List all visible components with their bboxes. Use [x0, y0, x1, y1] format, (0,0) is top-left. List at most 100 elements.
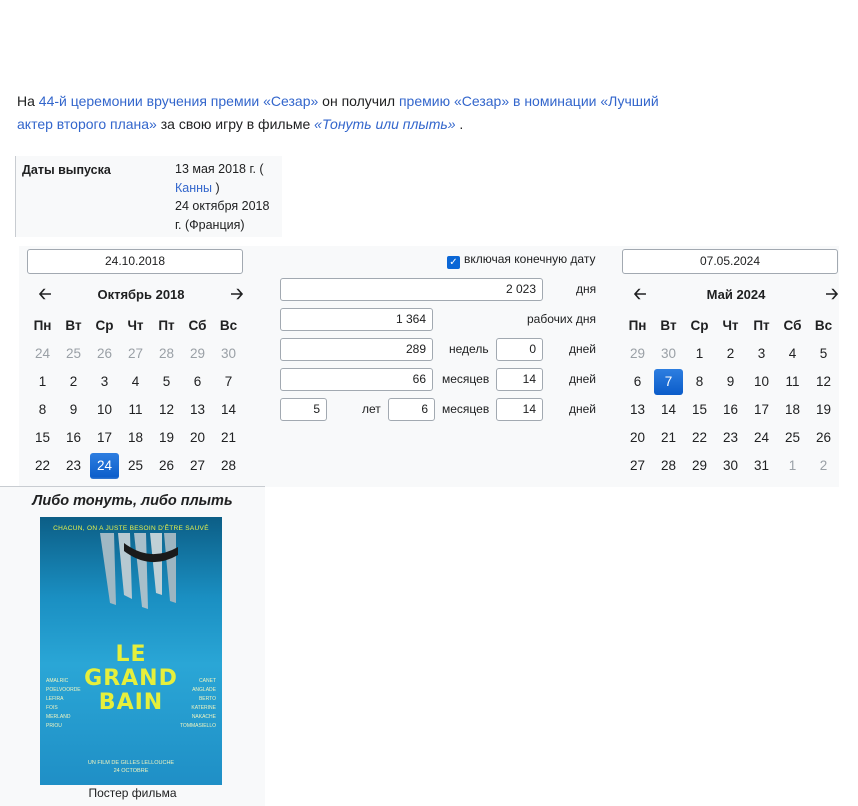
calendar-day[interactable]: 2 — [808, 452, 839, 480]
calendar-day[interactable]: 12 — [808, 368, 839, 396]
calendar-day[interactable]: 1 — [684, 340, 715, 368]
calendar-day[interactable]: 4 — [120, 368, 151, 396]
calendar-day[interactable]: 31 — [746, 452, 777, 480]
ymd-days-field[interactable]: 14 — [496, 398, 543, 421]
calendar-day[interactable]: 19 — [151, 424, 182, 452]
calendar-title: Октябрь 2018 — [97, 287, 185, 302]
calendar-day[interactable]: 15 — [27, 424, 58, 452]
calendar-day[interactable]: 27 — [182, 452, 213, 480]
calendar-day[interactable]: 3 — [89, 368, 120, 396]
weekday-label: Ср — [95, 318, 114, 333]
calendar-day[interactable]: 13 — [182, 396, 213, 424]
calendar-day[interactable]: 24 — [746, 424, 777, 452]
calendar-day[interactable]: 6 — [622, 368, 653, 396]
calendar-day[interactable]: 20 — [622, 424, 653, 452]
link-cannes[interactable]: Канны — [175, 181, 212, 195]
link-film[interactable]: «Тонуть или плыть» — [314, 116, 455, 132]
calendar-day[interactable]: 2 — [58, 368, 89, 396]
calendar-day[interactable]: 9 — [715, 368, 746, 396]
calendar-day[interactable]: 30 — [653, 340, 684, 368]
calendar-day[interactable]: 7 — [213, 368, 244, 396]
calendar-day[interactable]: 3 — [746, 340, 777, 368]
weekday-label: Вт — [660, 318, 677, 333]
end-date-input[interactable]: 07.05.2024 — [622, 249, 838, 274]
start-date-input[interactable]: 24.10.2018 — [27, 249, 243, 274]
calendar-day[interactable]: 28 — [653, 452, 684, 480]
calendar-day[interactable]: 24 — [90, 453, 119, 479]
calendar-day[interactable]: 21 — [213, 424, 244, 452]
calendar-day[interactable]: 26 — [89, 340, 120, 368]
calendar-day[interactable]: 25 — [120, 452, 151, 480]
calendar-day[interactable]: 26 — [151, 452, 182, 480]
next-month-icon[interactable]: 🡢 — [820, 284, 839, 306]
calendar-day[interactable]: 28 — [213, 452, 244, 480]
calendar-day[interactable]: 16 — [715, 396, 746, 424]
calendar-day[interactable]: 13 — [622, 396, 653, 424]
calendar-day[interactable]: 22 — [684, 424, 715, 452]
calendar-day[interactable]: 8 — [684, 368, 715, 396]
calendar-day[interactable]: 7 — [654, 369, 683, 395]
calendar-day[interactable]: 17 — [746, 396, 777, 424]
weekday-label: Чт — [127, 318, 144, 333]
months-days-label: дней — [569, 372, 597, 386]
calendar-day[interactable]: 10 — [89, 396, 120, 424]
calendar-day[interactable]: 11 — [777, 368, 808, 396]
calendar-day[interactable]: 4 — [777, 340, 808, 368]
calendar-day[interactable]: 23 — [715, 424, 746, 452]
calendar-day[interactable]: 9 — [58, 396, 89, 424]
weekday-label: Сб — [188, 318, 207, 333]
calendar-day[interactable]: 18 — [777, 396, 808, 424]
calendar-day[interactable]: 5 — [808, 340, 839, 368]
calendar-day[interactable]: 27 — [120, 340, 151, 368]
calendar-day[interactable]: 25 — [777, 424, 808, 452]
calendar-day[interactable]: 27 — [622, 452, 653, 480]
months-field[interactable]: 66 — [280, 368, 433, 391]
calendar-day[interactable]: 14 — [653, 396, 684, 424]
ymd-months-field[interactable]: 6 — [388, 398, 435, 421]
calendar-day[interactable]: 8 — [27, 396, 58, 424]
include-end-checkbox[interactable]: ✓ включая конечную дату — [447, 252, 595, 269]
calendar-day[interactable]: 14 — [213, 396, 244, 424]
link-cesar-ceremony[interactable]: 44-й церемонии вручения премии «Сезар» — [39, 93, 318, 109]
calendar-day[interactable]: 12 — [151, 396, 182, 424]
calendar-day[interactable]: 2 — [715, 340, 746, 368]
calendar-day[interactable]: 17 — [89, 424, 120, 452]
days-label: дня — [576, 282, 597, 296]
weeks-days-field[interactable]: 0 — [496, 338, 543, 361]
film-poster-image[interactable]: CHACUN, ON A JUSTE BESOIN D'ÊTRE SAUVÉ L… — [40, 517, 222, 785]
calendar-day[interactable]: 30 — [715, 452, 746, 480]
calendar-day[interactable]: 29 — [622, 340, 653, 368]
calendar-day[interactable]: 15 — [684, 396, 715, 424]
calendar-day[interactable]: 21 — [653, 424, 684, 452]
calendar-day[interactable]: 19 — [808, 396, 839, 424]
days-total-field[interactable]: 2 023 — [280, 278, 543, 301]
calendar-day[interactable]: 26 — [808, 424, 839, 452]
calendar-day[interactable]: 25 — [58, 340, 89, 368]
calendar-day[interactable]: 1 — [27, 368, 58, 396]
calendar-grid: Пн Вт Ср Чт Пт Сб Вс 29 30 1 2 3 4 5 6 7 8 9 10 11 12 13 14 15 1… — [622, 312, 839, 480]
calendar-day[interactable]: 24 — [27, 340, 58, 368]
prev-month-icon[interactable]: 🡠 — [628, 284, 652, 306]
poster-credits-left: AMALRIC POELVOORDE LEFIRA FOIS MERLAND PRIOU — [46, 678, 81, 729]
calendar-day[interactable]: 28 — [151, 340, 182, 368]
next-month-icon[interactable]: 🡢 — [225, 284, 249, 306]
calendar-day[interactable]: 1 — [777, 452, 808, 480]
calendar-day[interactable]: 29 — [182, 340, 213, 368]
prev-month-icon[interactable]: 🡠 — [33, 284, 57, 306]
calendar-day[interactable]: 10 — [746, 368, 777, 396]
calendar-day[interactable]: 22 — [27, 452, 58, 480]
calendar-day[interactable]: 18 — [120, 424, 151, 452]
calendar-day[interactable]: 6 — [182, 368, 213, 396]
calendar-day[interactable]: 16 — [58, 424, 89, 452]
calendar-day[interactable]: 11 — [120, 396, 151, 424]
weekday-label: Ср — [690, 318, 709, 333]
calendar-day[interactable]: 20 — [182, 424, 213, 452]
calendar-day[interactable]: 29 — [684, 452, 715, 480]
months-days-field[interactable]: 14 — [496, 368, 543, 391]
calendar-day[interactable]: 5 — [151, 368, 182, 396]
calendar-day[interactable]: 23 — [58, 452, 89, 480]
calendar-day[interactable]: 30 — [213, 340, 244, 368]
workdays-field[interactable]: 1 364 — [280, 308, 433, 331]
weeks-field[interactable]: 289 — [280, 338, 433, 361]
years-field[interactable]: 5 — [280, 398, 327, 421]
